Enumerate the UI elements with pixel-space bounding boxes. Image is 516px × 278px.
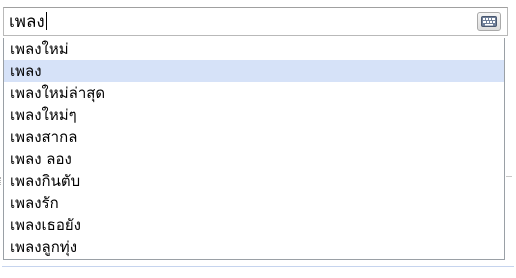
virtual-keyboard-button[interactable] xyxy=(477,12,501,31)
suggestion-item[interactable]: เพลง ลอง xyxy=(4,148,504,170)
text-caret xyxy=(45,12,47,30)
suggestion-item[interactable]: เพลงลูกทุ่ง xyxy=(4,236,504,258)
background-divider xyxy=(2,266,514,267)
autocomplete-dropdown: เพลงใหม่ เพลง เพลงใหม่ล่าสุด เพลงใหม่ๆ เ… xyxy=(3,38,505,260)
page: เพลง เพลงใหม่ เพลง เพลงใหม่ล่าสุด เพลงให… xyxy=(0,0,516,278)
search-box[interactable]: เพลง xyxy=(3,7,508,36)
suggestion-item[interactable]: เพลงสากล xyxy=(4,126,504,148)
suggestion-item[interactable]: เพลงใหม่ล่าสุด xyxy=(4,82,504,104)
search-input-text: เพลง xyxy=(9,12,45,32)
suggestion-item[interactable]: เพลงกินตับ xyxy=(4,170,504,192)
keyboard-icon xyxy=(481,16,497,27)
background-edge-mark xyxy=(506,176,512,177)
suggestion-item[interactable]: เพลงใหม่ xyxy=(4,38,504,60)
suggestion-item-selected[interactable]: เพลง xyxy=(4,60,504,82)
suggestion-item[interactable]: เพลงรัก xyxy=(4,192,504,214)
suggestion-item[interactable]: เพลงเธอยัง xyxy=(4,214,504,236)
suggestion-item[interactable]: เพลงใหม่ๆ xyxy=(4,104,504,126)
search-input[interactable]: เพลง xyxy=(9,10,47,34)
